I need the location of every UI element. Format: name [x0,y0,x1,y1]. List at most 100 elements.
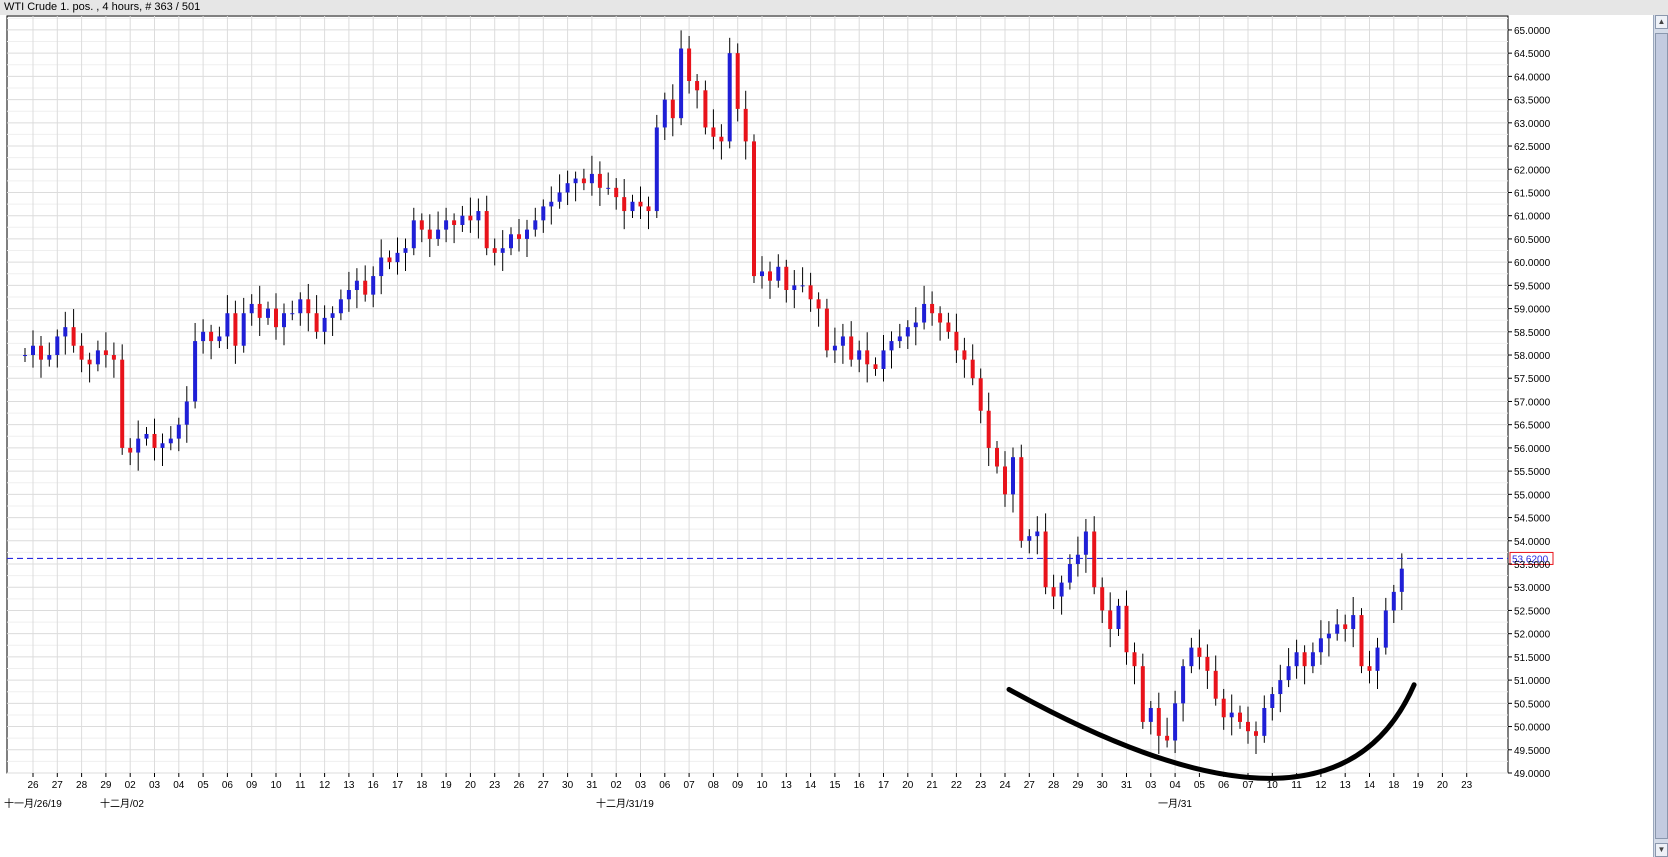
candle [1067,554,1072,590]
x-tick-label: 26 [27,780,39,791]
candle-body-down [638,201,643,207]
candle-body-down [209,331,214,342]
candle-body-down [39,345,43,360]
candle [1075,536,1080,577]
candle-body-up [184,401,189,425]
candle-body-up [549,201,554,207]
candle-body-up [922,303,927,323]
candle-body-down [752,141,756,277]
candle-body-down [1019,457,1024,541]
candle [1229,694,1234,736]
y-tick-label: 65.0000 [1514,26,1551,37]
candle-body-up [136,438,141,453]
candle [662,92,667,140]
y-tick-label: 51.5000 [1514,653,1551,664]
candle-body-up [881,350,886,369]
x-tick-label: 23 [1461,780,1473,791]
candle-body-down [111,355,116,360]
candle-body-down [1043,531,1048,588]
x-tick-label: 04 [1170,780,1182,791]
candle [679,30,684,126]
candle-body-down [120,359,125,448]
candle-body-up [897,336,902,342]
candle [266,301,270,325]
candle-body-down [1051,587,1056,597]
candle [1043,513,1048,595]
candle [411,207,416,256]
candle-body-up [905,327,910,337]
candle [1197,629,1202,670]
candle-body-down [614,187,619,198]
price-chart[interactable]: 53.6200 49.000049.500050.000050.500051.0… [0,15,1653,857]
x-tick-label: 23 [975,780,987,791]
candle [1140,653,1145,729]
x-tick-label: 10 [1267,780,1279,791]
candle [23,348,27,362]
candle-body-up [1270,694,1275,708]
candle [217,326,222,349]
x-tick-label: 29 [1072,780,1084,791]
candle [484,195,489,256]
candle-body-up [144,433,149,439]
candle-body-down [517,234,521,239]
candle-body-down [306,299,311,314]
candle-body-up [1148,707,1153,722]
candle [597,161,602,206]
candle [193,322,198,409]
candle [249,294,254,326]
candle [589,155,594,196]
scroll-thumb[interactable] [1655,33,1668,839]
y-tick-label: 61.5000 [1514,188,1551,199]
annotation-curve [1006,682,1417,781]
candle [654,114,659,219]
candle [500,230,505,271]
candle [274,293,278,340]
x-tick-label: 20 [902,780,914,791]
candle [865,332,870,383]
candle [1399,553,1404,610]
x-tick-label: 30 [1097,780,1109,791]
arrow-down-icon[interactable]: ▼ [1655,843,1668,857]
candle [120,344,125,455]
candle-body-down [492,248,497,253]
candle-body-down [1359,615,1364,667]
candle [670,84,675,137]
x-tick-label: 27 [52,780,64,791]
x-tick-label: 27 [538,780,550,791]
candle [1148,701,1153,735]
candle [970,344,975,386]
x-tick-label: 17 [878,780,890,791]
candle-body-up [760,271,764,277]
chart-area[interactable]: 53.6200 49.0000 49.5000 50.0000 50.5000 51.0… [0,15,1668,857]
candle [201,319,206,354]
candle-body-down [703,90,708,128]
vertical-scrollbar[interactable]: ▲ ▼ [1653,15,1668,857]
candle-body-down [1108,610,1113,630]
candle [881,335,886,382]
candle-body-up [217,336,222,342]
candle-body-down [71,327,76,346]
y-tick-label: 54.5000 [1514,514,1551,525]
grid [6,15,1509,774]
candle [954,313,959,363]
candle [784,259,789,303]
y-tick-label: 53.0000 [1514,583,1551,594]
candle-body-down [946,322,951,332]
y-tick-label: 54.0000 [1514,537,1551,548]
candle [241,297,246,353]
x-tick-label: 24 [999,780,1011,791]
arrow-up-icon[interactable]: ▲ [1655,15,1668,29]
x-tick-label: 06 [659,780,671,791]
candle-body-up [282,313,286,328]
window-title: WTI Crude 1. pos. , 4 hours, # 363 / 501 [4,1,201,13]
candle-body-up [23,355,27,357]
candle [824,298,829,358]
candle [776,254,781,288]
candle-body-up [1181,666,1186,704]
plot-border [6,15,1509,774]
candle-body-up [1326,633,1331,639]
candle-body-down [1213,670,1218,699]
x-tick-label: 18 [416,780,428,791]
candle-body-down [597,173,602,188]
candle [1108,592,1113,648]
